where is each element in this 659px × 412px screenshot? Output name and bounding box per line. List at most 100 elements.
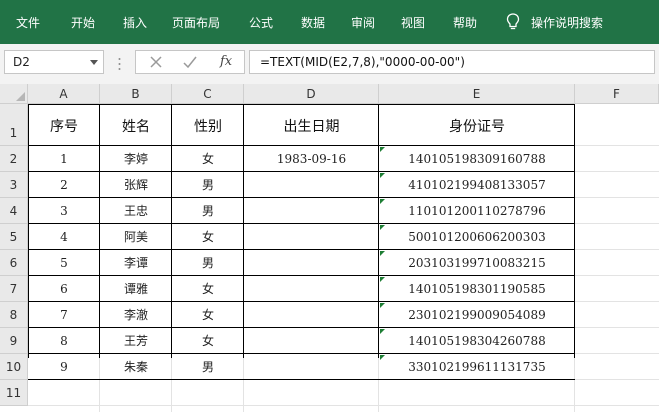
header-cell[interactable]: 性别 bbox=[172, 117, 244, 137]
data-cell[interactable]: 110101200110278796 bbox=[379, 198, 575, 224]
spreadsheet-grid[interactable]: A B C D E F 1 2 3 4 5 6 7 8 9 10 11 序号 姓名 性别 出生日期 身份证号 1 李婷女 198… bbox=[0, 84, 659, 412]
menu-tab[interactable]: 文件 bbox=[16, 14, 40, 31]
data-cell[interactable]: 8 bbox=[28, 328, 100, 354]
data-cell[interactable]: 女 bbox=[172, 302, 244, 328]
menu-tab[interactable]: 视图 bbox=[401, 14, 425, 31]
check-icon[interactable] bbox=[182, 54, 198, 70]
menu-tab[interactable]: 数据 bbox=[301, 14, 325, 31]
row-header[interactable]: 7 bbox=[0, 276, 28, 302]
data-cell[interactable]: 女 bbox=[172, 146, 244, 172]
row-header[interactable]: 11 bbox=[0, 380, 28, 406]
menu-tab[interactable]: 开始 bbox=[71, 14, 95, 31]
data-cell[interactable]: 男 bbox=[172, 354, 244, 380]
header-cell[interactable]: 身份证号 bbox=[379, 117, 575, 137]
menu-tab[interactable]: 页面布局 bbox=[172, 14, 220, 31]
data-cell[interactable] bbox=[244, 250, 379, 276]
data-cell[interactable] bbox=[244, 328, 379, 354]
data-cell[interactable]: 140105198304260788 bbox=[379, 328, 575, 354]
data-cell[interactable]: 500101200606200303 bbox=[379, 224, 575, 250]
menu-tab[interactable]: 审阅 bbox=[351, 14, 375, 31]
data-cell[interactable]: 5 bbox=[28, 250, 100, 276]
row-header[interactable]: 8 bbox=[0, 302, 28, 328]
number-as-text-marker bbox=[380, 251, 385, 256]
number-as-text-marker bbox=[380, 173, 385, 178]
number-as-text-marker bbox=[380, 329, 385, 334]
data-cell[interactable]: 140105198301190585 bbox=[379, 276, 575, 302]
formula-input[interactable]: =TEXT(MID(E2,7,8),"0000-00-00") bbox=[249, 50, 655, 74]
formula-text: =TEXT(MID(E2,7,8),"0000-00-00") bbox=[260, 55, 465, 69]
column-header[interactable]: B bbox=[100, 84, 172, 104]
data-cell[interactable]: 男 bbox=[172, 198, 244, 224]
data-cell[interactable] bbox=[244, 302, 379, 328]
data-cell[interactable]: 李谭 bbox=[100, 250, 172, 276]
data-cell[interactable]: 4 bbox=[28, 224, 100, 250]
data-cell[interactable]: 6 bbox=[28, 276, 100, 302]
gridline bbox=[28, 405, 659, 406]
number-as-text-marker bbox=[380, 303, 385, 308]
number-as-text-marker bbox=[380, 147, 385, 152]
column-header[interactable]: D bbox=[244, 84, 379, 104]
data-cell[interactable]: 2 bbox=[28, 172, 100, 198]
menu-tab[interactable]: 公式 bbox=[249, 14, 273, 31]
row-header[interactable]: 9 bbox=[0, 328, 28, 354]
data-cell[interactable]: 阿美 bbox=[100, 224, 172, 250]
data-cell[interactable]: 410102199408133057 bbox=[379, 172, 575, 198]
data-cell[interactable]: 230102199009054089 bbox=[379, 302, 575, 328]
menu-tab[interactable]: 插入 bbox=[123, 14, 147, 31]
data-cell[interactable]: 男 bbox=[172, 250, 244, 276]
column-header[interactable]: F bbox=[575, 84, 659, 104]
data-cell[interactable]: 朱秦 bbox=[100, 354, 172, 380]
data-cell[interactable] bbox=[244, 354, 379, 380]
column-header[interactable]: A bbox=[28, 84, 100, 104]
data-cell[interactable]: 203103199710083215 bbox=[379, 250, 575, 276]
data-cell[interactable]: 王芳 bbox=[100, 328, 172, 354]
select-all-corner[interactable] bbox=[0, 84, 28, 104]
data-cell[interactable]: 1 bbox=[28, 146, 100, 172]
row-header[interactable]: 10 bbox=[0, 354, 28, 380]
number-as-text-marker bbox=[380, 225, 385, 230]
data-cell[interactable] bbox=[244, 224, 379, 250]
data-cell[interactable]: 女 bbox=[172, 276, 244, 302]
name-box[interactable]: D2 bbox=[4, 50, 104, 74]
chevron-down-icon[interactable] bbox=[90, 60, 98, 65]
data-cell[interactable]: 谭雅 bbox=[100, 276, 172, 302]
header-cell[interactable]: 序号 bbox=[28, 117, 100, 137]
ribbon: 文件 开始 插入 页面布局 公式 数据 审阅 视图 帮助 操作说明搜索 bbox=[0, 0, 659, 44]
row-header[interactable]: 5 bbox=[0, 224, 28, 250]
data-cell[interactable] bbox=[244, 276, 379, 302]
row-header[interactable]: 1 bbox=[0, 104, 28, 146]
column-header[interactable]: C bbox=[172, 84, 244, 104]
insert-function-button[interactable]: fx bbox=[220, 54, 232, 69]
formula-buttons: fx bbox=[135, 50, 245, 74]
data-cell[interactable]: 男 bbox=[172, 172, 244, 198]
data-cell[interactable]: 7 bbox=[28, 302, 100, 328]
data-cell[interactable]: 140105198309160788 bbox=[379, 146, 575, 172]
data-cell[interactable]: 9 bbox=[28, 354, 100, 380]
table-border bbox=[28, 104, 575, 105]
data-cell[interactable]: 李澈 bbox=[100, 302, 172, 328]
data-cell[interactable]: 女 bbox=[172, 224, 244, 250]
column-header[interactable]: E bbox=[379, 84, 575, 104]
data-cell[interactable]: 3 bbox=[28, 198, 100, 224]
data-cell[interactable]: 330102199611131735 bbox=[379, 354, 575, 380]
data-cell[interactable]: 李婷 bbox=[100, 146, 172, 172]
close-icon[interactable] bbox=[148, 54, 164, 70]
row-header[interactable]: 2 bbox=[0, 146, 28, 172]
drag-handle-icon[interactable] bbox=[118, 57, 121, 71]
row-header[interactable]: 3 bbox=[0, 172, 28, 198]
data-cell[interactable]: 张辉 bbox=[100, 172, 172, 198]
data-cell[interactable] bbox=[244, 198, 379, 224]
data-cell[interactable]: 女 bbox=[172, 328, 244, 354]
row-header[interactable]: 6 bbox=[0, 250, 28, 276]
tell-me-search[interactable]: 操作说明搜索 bbox=[531, 14, 603, 31]
header-cell[interactable]: 姓名 bbox=[100, 117, 172, 137]
data-cell[interactable] bbox=[244, 172, 379, 198]
lightbulb-icon[interactable] bbox=[506, 13, 520, 31]
row-header[interactable]: 4 bbox=[0, 198, 28, 224]
number-as-text-marker bbox=[380, 199, 385, 204]
data-cell[interactable]: 王忠 bbox=[100, 198, 172, 224]
data-cell[interactable]: 1983-09-16 bbox=[244, 146, 379, 172]
number-as-text-marker bbox=[380, 355, 385, 360]
header-cell[interactable]: 出生日期 bbox=[244, 117, 379, 137]
menu-tab[interactable]: 帮助 bbox=[453, 14, 477, 31]
